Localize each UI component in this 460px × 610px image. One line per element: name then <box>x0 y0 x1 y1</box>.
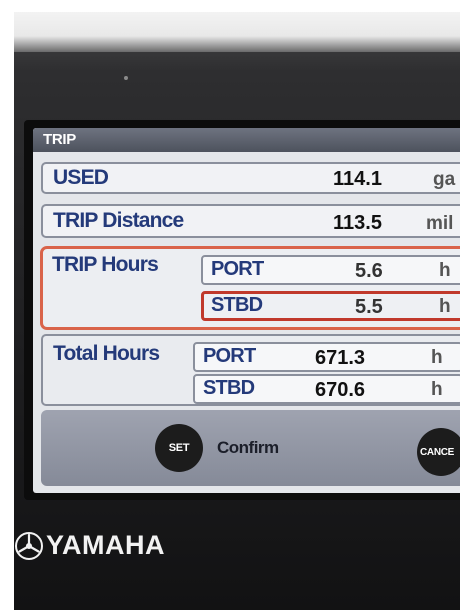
trip-distance-row[interactable]: TRIP Distance 113.5 mil <box>41 204 460 238</box>
total-hours-port-label: PORT <box>203 345 256 367</box>
used-unit: ga <box>433 169 456 190</box>
total-hours-port-row[interactable]: PORT 671.3 h <box>193 342 460 372</box>
housing-reflection <box>14 12 460 52</box>
trip-hours-port-label: PORT <box>211 258 264 280</box>
trip-hours-port-unit: h <box>439 260 451 281</box>
trip-hours-stbd-label: STBD <box>211 294 263 316</box>
total-hours-stbd-value: 670.6 <box>315 379 366 401</box>
total-hours-stbd-unit: h <box>431 379 443 400</box>
trip-hours-port-row[interactable]: PORT 5.6 h <box>201 255 460 285</box>
trip-distance-unit: mil <box>426 213 454 234</box>
trip-hours-port-value: 5.6 <box>355 260 383 282</box>
housing-screw <box>124 76 128 80</box>
display-screen: TRIP USED 114.1 ga TRIP Distance 113.5 m… <box>33 128 460 493</box>
brand-logo-block: YAMAHA <box>14 530 165 561</box>
confirm-label: Confirm <box>217 438 279 457</box>
total-hours-stbd-label: STBD <box>203 377 255 399</box>
cancel-button[interactable]: CANCE <box>417 428 460 476</box>
total-hours-port-unit: h <box>431 347 443 368</box>
total-hours-group[interactable]: Total Hours PORT 671.3 h STBD 670.6 h <box>41 334 460 406</box>
total-hours-stbd-row[interactable]: STBD 670.6 h <box>193 374 460 404</box>
used-row[interactable]: USED 114.1 ga <box>41 162 460 194</box>
control-bar: SET Confirm CANCE <box>41 410 460 486</box>
total-hours-port-value: 671.3 <box>315 347 366 369</box>
trip-hours-stbd-unit: h <box>439 296 451 317</box>
used-label: USED <box>53 166 109 189</box>
screen-title: TRIP <box>33 128 460 152</box>
set-button[interactable]: SET <box>155 424 203 472</box>
used-value: 114.1 <box>333 168 382 190</box>
total-hours-label: Total Hours <box>53 342 160 365</box>
brand-name: YAMAHA <box>46 530 166 560</box>
trip-hours-stbd-row[interactable]: STBD 5.5 h <box>201 291 460 321</box>
trip-hours-group[interactable]: TRIP Hours PORT 5.6 h STBD 5.5 h <box>40 246 460 330</box>
trip-hours-label: TRIP Hours <box>52 253 159 276</box>
trip-distance-label: TRIP Distance <box>53 209 184 232</box>
trip-distance-value: 113.5 <box>333 212 382 234</box>
trip-hours-stbd-value: 5.5 <box>355 296 383 318</box>
yamaha-tuning-fork-icon <box>15 531 43 560</box>
